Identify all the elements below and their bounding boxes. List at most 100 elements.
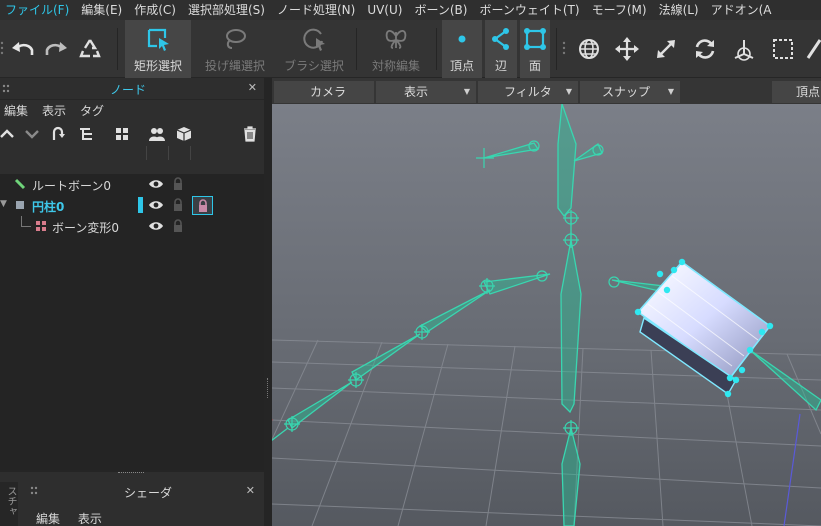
vertex-icon: [458, 35, 466, 43]
snap-dropdown[interactable]: スナップ ▼: [580, 81, 680, 103]
lock-icon[interactable]: [172, 198, 184, 212]
scale-icon[interactable]: [653, 36, 679, 62]
shader-menu-view[interactable]: 表示: [78, 512, 102, 526]
menu-bar: ファイル(F) 編集(E) 作成(C) 選択部処理(S) ノード処理(N) UV…: [0, 0, 821, 20]
grid-icon[interactable]: [114, 126, 130, 142]
node-menu-edit[interactable]: 編集: [4, 102, 28, 119]
dropdown-caret-icon: ▼: [667, 87, 674, 96]
selection-marker: [138, 197, 143, 213]
globe-icon[interactable]: [576, 36, 602, 62]
splitter-handle[interactable]: [118, 472, 144, 475]
vertex-display-button[interactable]: 頂点: [772, 81, 821, 103]
deform-grid-icon: [36, 221, 46, 231]
dropdown-caret-icon: ▼: [565, 87, 572, 96]
node-menu-view[interactable]: 表示: [42, 102, 66, 119]
recycle-icon[interactable]: [78, 37, 102, 61]
shader-submenu: 編集 表示: [36, 510, 116, 526]
lasso-icon: [226, 29, 246, 49]
node-menu-tag[interactable]: タグ: [80, 102, 104, 119]
brush-select-button[interactable]: ブラシ選択: [278, 20, 350, 78]
redo-icon[interactable]: [42, 38, 68, 60]
snap-label: スナップ: [602, 85, 651, 99]
viewport-canvas[interactable]: [272, 104, 821, 526]
pen-icon[interactable]: [806, 36, 821, 62]
eye-icon[interactable]: [148, 220, 164, 232]
brush-select-icon: [303, 28, 325, 51]
menu-morph[interactable]: モーフ(M): [587, 0, 654, 20]
paint-lock-button[interactable]: [192, 196, 213, 215]
eye-icon[interactable]: [148, 178, 164, 190]
display-dropdown[interactable]: 表示 ▼: [376, 81, 476, 103]
close-icon[interactable]: ✕: [248, 81, 257, 94]
tree-row-root-bone[interactable]: ルートボーン0: [0, 174, 264, 195]
tree-row-bone-deform[interactable]: ボーン変形0: [0, 216, 264, 237]
edge-mode-button[interactable]: 辺: [485, 20, 517, 78]
camera-dropdown[interactable]: カメラ: [274, 81, 374, 103]
menu-addon[interactable]: アドオン(A: [706, 0, 779, 20]
bone-icon: [14, 178, 26, 190]
move-icon[interactable]: [614, 36, 640, 62]
tree-row-cylinder[interactable]: ▼ 円柱0: [0, 195, 264, 216]
dropdown-caret-icon: ▼: [463, 87, 470, 96]
lock-icon[interactable]: [172, 177, 184, 191]
undo-icon[interactable]: [11, 38, 37, 60]
marquee-icon[interactable]: [770, 36, 796, 62]
3d-viewport[interactable]: [272, 104, 821, 526]
node-panel-title: ノード: [110, 83, 147, 97]
vertex-mode-label: 頂点: [449, 59, 474, 73]
eye-icon[interactable]: [148, 199, 164, 211]
face-icon: [524, 28, 546, 50]
close-icon[interactable]: ✕: [246, 484, 255, 497]
menu-create[interactable]: 作成(C): [129, 0, 183, 20]
shader-menu-edit[interactable]: 編集: [36, 512, 60, 526]
menu-selection[interactable]: 選択部処理(S): [183, 0, 272, 20]
lock-icon[interactable]: [172, 219, 184, 233]
symmetry-edit-label: 対称編集: [371, 59, 420, 73]
rect-select-label: 矩形選択: [133, 59, 182, 73]
rect-select-icon: [147, 28, 169, 51]
panel-splitter[interactable]: [264, 78, 272, 526]
paint-lock-icon: [199, 199, 207, 212]
chevron-down-icon[interactable]: [24, 126, 40, 142]
expand-arrow-icon[interactable]: ▼: [0, 199, 7, 209]
menu-uv[interactable]: UV(U): [362, 0, 409, 20]
tree-item-label: 円柱0: [32, 200, 65, 214]
rotate-icon[interactable]: [692, 36, 718, 62]
lasso-select-button[interactable]: 投げ縄選択: [199, 20, 271, 78]
viewport-header: カメラ 表示 ▼ フィルタ ▼ スナップ ▼ 頂点: [272, 78, 821, 104]
grip-icon[interactable]: [30, 486, 38, 496]
filter-dropdown[interactable]: フィルタ ▼: [478, 81, 578, 103]
grip-icon[interactable]: [2, 84, 10, 94]
brush-select-label: ブラシ選択: [284, 59, 344, 73]
menu-edit[interactable]: 編集(E): [76, 0, 129, 20]
toolbar: 矩形選択 投げ縄選択 ブラシ選択 対称編集 頂点 辺 面: [0, 20, 821, 78]
chevron-up-icon[interactable]: [0, 126, 14, 142]
users-icon[interactable]: [148, 126, 166, 142]
face-mode-button[interactable]: 面: [520, 20, 550, 78]
rotate-node-icon[interactable]: [50, 126, 66, 142]
trash-icon[interactable]: [242, 126, 258, 142]
box-icon[interactable]: [176, 126, 192, 142]
display-label: 表示: [404, 85, 429, 99]
lasso-select-label: 投げ縄選択: [204, 59, 265, 73]
hierarchy-icon[interactable]: [78, 126, 94, 142]
menu-node[interactable]: ノード処理(N): [272, 0, 362, 20]
rect-select-button[interactable]: 矩形選択: [125, 20, 191, 78]
menu-bone[interactable]: ボーン(B): [409, 0, 474, 20]
camera-label: カメラ: [310, 85, 347, 99]
vertex-mode-button[interactable]: 頂点: [442, 20, 482, 78]
mesh-icon: [16, 201, 24, 209]
texture-side-tab[interactable]: スチャ: [0, 482, 18, 526]
menu-bone-weight[interactable]: ボーンウェイト(T): [474, 0, 586, 20]
menu-file[interactable]: ファイル(F): [0, 0, 76, 20]
shader-panel-title: シェーダ: [124, 486, 173, 500]
butterfly-icon: [385, 30, 407, 49]
face-mode-label: 面: [528, 59, 541, 73]
edge-mode-label: 辺: [494, 59, 507, 73]
tree-line: [21, 226, 31, 227]
pivot-icon[interactable]: [731, 36, 757, 62]
grip-icon: [0, 41, 4, 55]
symmetry-edit-button[interactable]: 対称編集: [362, 20, 430, 78]
menu-normal[interactable]: 法線(L): [654, 0, 706, 20]
node-panel: ノード ✕ 編集 表示 タグ ルートボーン0 ▼ 円柱0 ボーン変形0: [0, 78, 266, 470]
